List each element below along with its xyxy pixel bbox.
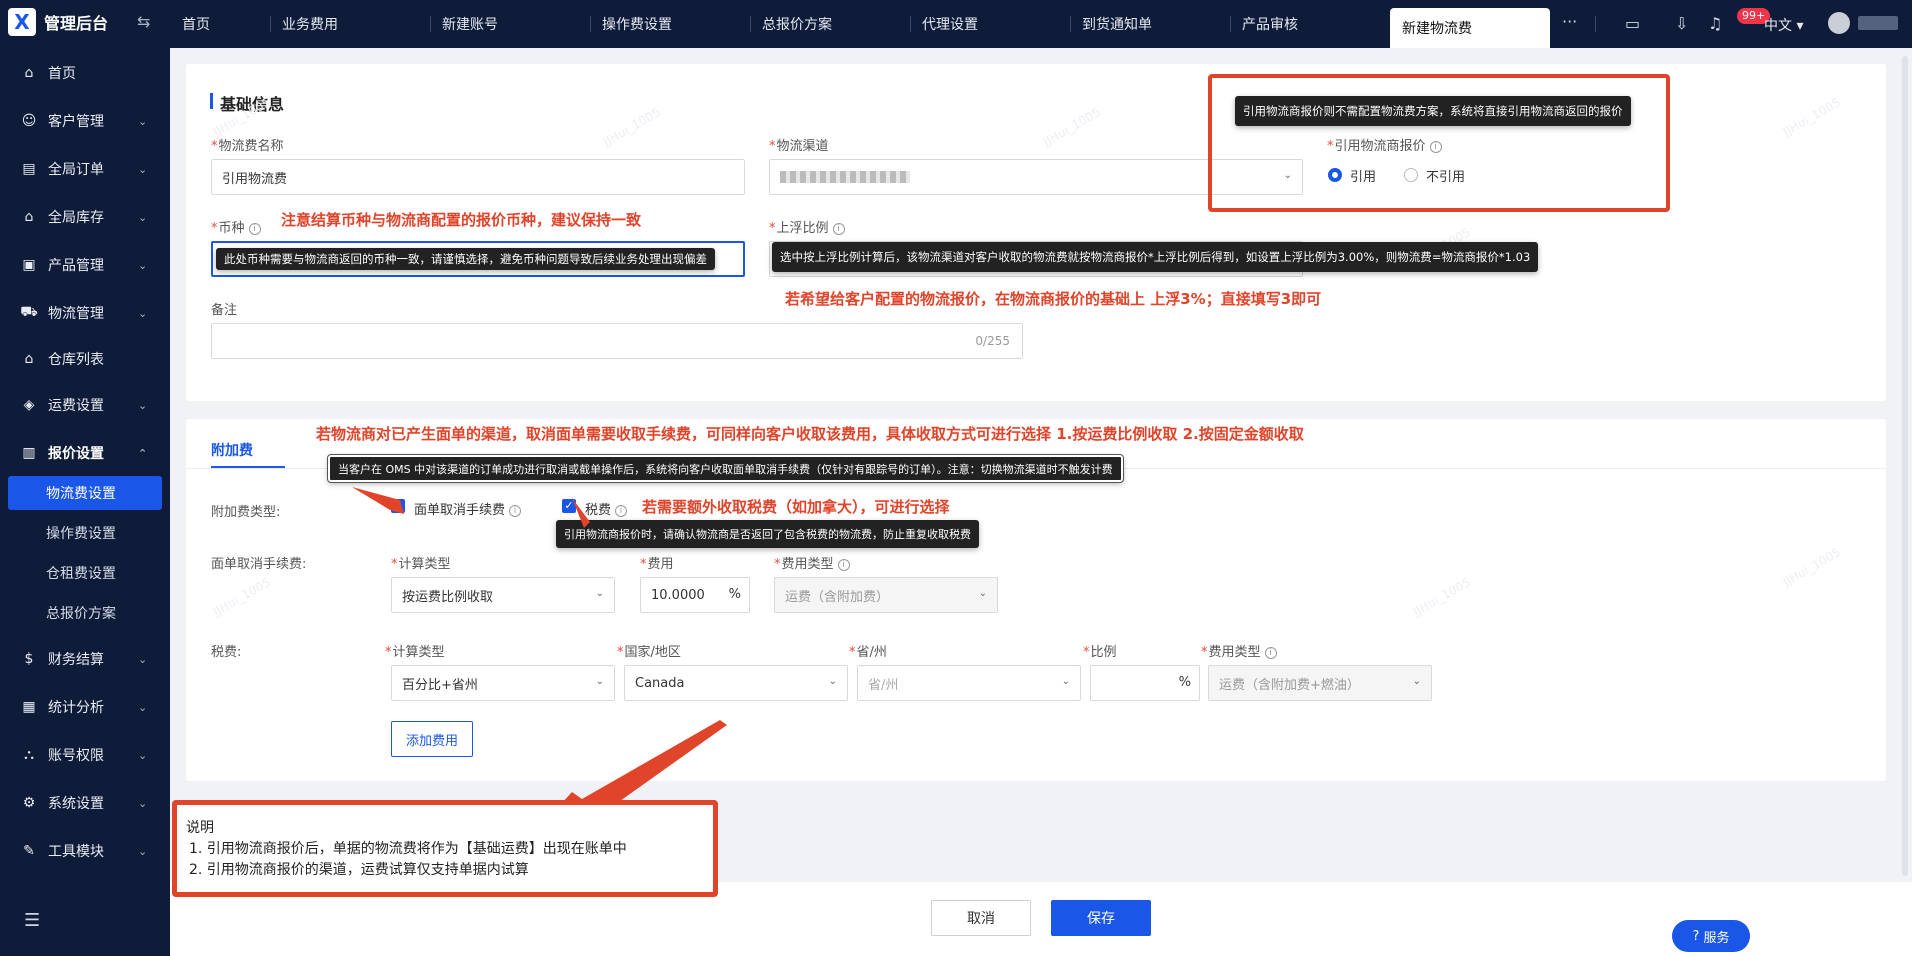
notes-line-2: 2. 引用物流商报价的渠道，运费试算仅支持单据内试算: [189, 862, 529, 878]
notes-title: 说明: [186, 820, 214, 836]
arrow-to-tax-checkbox: [572, 498, 590, 528]
vertical-scrollbar[interactable]: [1902, 56, 1908, 876]
notes-line-1: 1. 引用物流商报价后，单据的物流费将作为【基础运费】出现在账单中: [189, 841, 627, 857]
arrow-to-cancel-checkbox: [352, 487, 404, 514]
